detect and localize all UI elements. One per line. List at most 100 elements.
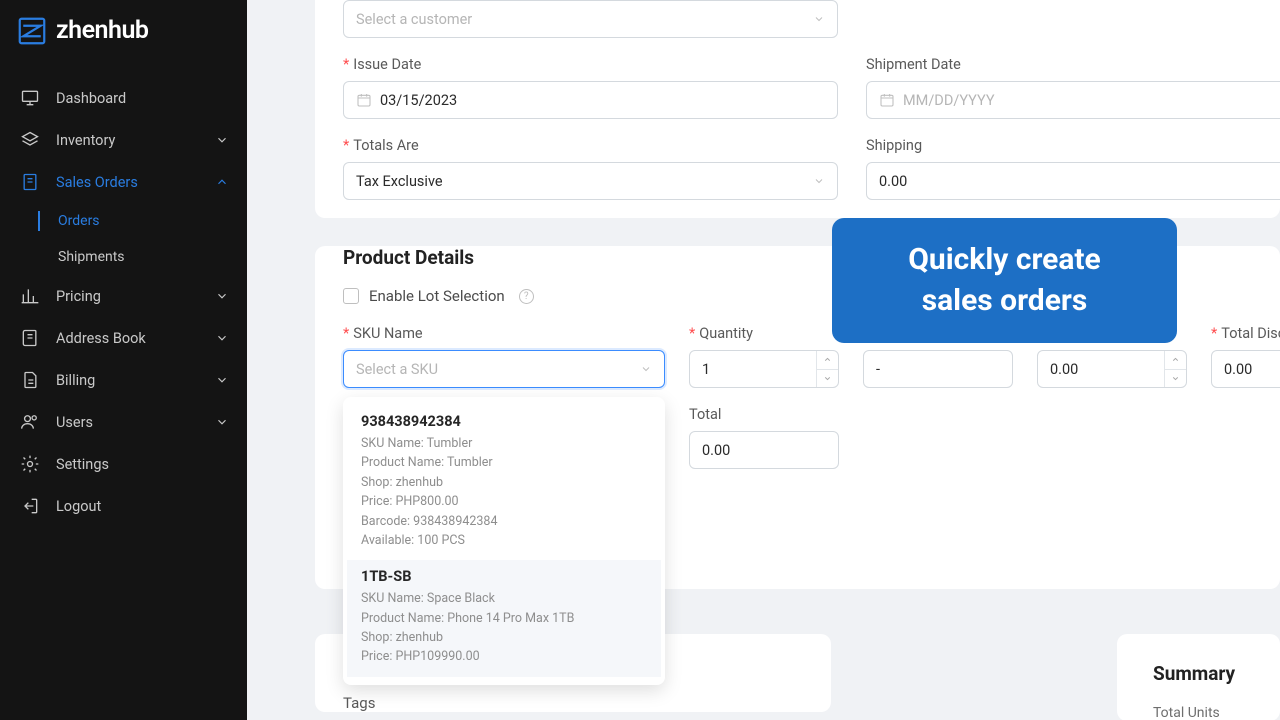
sku-label: *SKU Name <box>343 325 665 342</box>
total-input[interactable]: 0.00 <box>689 431 839 469</box>
total-disc-label: *Total Disc <box>1211 325 1280 342</box>
stepper-up-icon[interactable] <box>1165 351 1186 370</box>
quantity-label: *Quantity <box>689 325 839 342</box>
sidebar-item-label: Logout <box>56 498 101 515</box>
tags-label: Tags <box>343 694 803 712</box>
shipment-date-label: Shipment Date <box>866 56 1280 73</box>
total-value: 0.00 <box>702 442 730 459</box>
sidebar-item-users[interactable]: Users <box>0 401 247 443</box>
chevron-down-icon <box>215 415 229 429</box>
file-icon <box>20 370 40 390</box>
sku-option-meta: SKU Name: Tumbler Product Name: Tumbler … <box>361 434 647 550</box>
monitor-icon <box>20 88 40 108</box>
chevron-up-icon <box>215 175 229 189</box>
sidebar: zhenhub Dashboard Inventory Sales Orders <box>0 0 247 720</box>
summary-card: Summary Total Units <box>1117 634 1280 720</box>
sku-option-code: 1TB-SB <box>361 568 647 585</box>
sidebar-nav: Dashboard Inventory Sales Orders Orde <box>0 69 247 535</box>
stepper-down-icon[interactable] <box>1165 370 1186 388</box>
shipping-value: 0.00 <box>879 173 907 190</box>
customer-select[interactable]: Select a customer <box>343 0 838 38</box>
info-icon[interactable]: ? <box>519 289 534 304</box>
total-disc-value: 0.00 <box>1224 361 1252 378</box>
total-label: Total <box>689 406 839 423</box>
stepper-up-icon[interactable] <box>817 351 838 370</box>
sku-option-meta: SKU Name: Space Black Product Name: Phon… <box>361 589 647 667</box>
chevron-down-icon <box>215 289 229 303</box>
sidebar-item-label: Dashboard <box>56 90 126 107</box>
book-icon <box>20 328 40 348</box>
order-header-card: Select a customer *Issue Date 03/15/2023 <box>315 0 1280 218</box>
sidebar-item-label: Users <box>56 414 93 431</box>
sku-option-code: 938438942384 <box>361 413 647 430</box>
sidebar-sub-shipments[interactable]: Shipments <box>40 239 247 275</box>
main-content: Select a customer *Issue Date 03/15/2023 <box>247 0 1280 720</box>
callout-line: Quickly create <box>860 240 1149 281</box>
shipping-label: Shipping <box>866 137 1280 154</box>
price-value: 0.00 <box>1038 361 1090 378</box>
sidebar-item-label: Address Book <box>56 330 146 347</box>
sidebar-sub-label: Shipments <box>58 249 125 265</box>
chevron-down-icon <box>215 133 229 147</box>
shipment-date-input[interactable]: MM/DD/YYYY <box>866 81 1280 119</box>
quantity-stepper[interactable]: 1 <box>689 350 839 388</box>
calendar-icon <box>356 92 372 108</box>
summary-title: Summary <box>1153 662 1244 685</box>
summary-total-units-label: Total Units <box>1153 705 1244 720</box>
totals-are-select[interactable]: Tax Exclusive <box>343 162 838 200</box>
chevron-down-icon <box>215 373 229 387</box>
calendar-icon <box>879 92 895 108</box>
chevron-down-icon <box>813 175 825 187</box>
sku-option[interactable]: 938438942384 SKU Name: Tumbler Product N… <box>347 405 661 560</box>
callout-line: sales orders <box>860 281 1149 322</box>
stepper-down-icon[interactable] <box>817 370 838 388</box>
totals-are-label: *Totals Are <box>343 137 838 154</box>
chevron-down-icon <box>215 331 229 345</box>
layers-icon <box>20 130 40 150</box>
sidebar-item-label: Billing <box>56 372 95 389</box>
sidebar-item-pricing[interactable]: Pricing <box>0 275 247 317</box>
sku-option[interactable]: 1TB-SB SKU Name: Space Black Product Nam… <box>347 560 661 677</box>
sidebar-item-inventory[interactable]: Inventory <box>0 119 247 161</box>
sidebar-item-label: Settings <box>56 456 109 473</box>
sidebar-item-label: Inventory <box>56 132 115 149</box>
sidebar-item-label: Sales Orders <box>56 174 138 191</box>
brand-name: zhenhub <box>56 16 148 45</box>
users-icon <box>20 412 40 432</box>
brand-mark-icon <box>18 17 46 45</box>
sku-select[interactable]: Select a SKU <box>343 350 665 388</box>
issue-date-label: *Issue Date <box>343 56 838 73</box>
sidebar-item-settings[interactable]: Settings <box>0 443 247 485</box>
sidebar-item-dashboard[interactable]: Dashboard <box>0 77 247 119</box>
sidebar-item-billing[interactable]: Billing <box>0 359 247 401</box>
total-disc-input[interactable]: 0.00 <box>1211 350 1280 388</box>
promo-callout: Quickly create sales orders <box>832 218 1177 343</box>
brand-logo: zhenhub <box>0 0 247 69</box>
sidebar-item-label: Pricing <box>56 288 101 305</box>
chevron-down-icon <box>640 363 652 375</box>
sidebar-sub-orders[interactable]: Orders <box>40 203 247 239</box>
sidebar-item-logout[interactable]: Logout <box>0 485 247 527</box>
enable-lot-label: Enable Lot Selection <box>369 287 505 305</box>
issue-date-value: 03/15/2023 <box>380 92 457 109</box>
totals-are-value: Tax Exclusive <box>356 173 443 190</box>
available-value: - <box>876 361 880 378</box>
shipping-input[interactable]: 0.00 <box>866 162 1280 200</box>
shipment-date-placeholder: MM/DD/YYYY <box>903 92 995 109</box>
sidebar-sub-label: Orders <box>58 213 100 229</box>
enable-lot-checkbox[interactable] <box>343 288 359 304</box>
quantity-value: 1 <box>690 361 722 378</box>
logout-icon <box>20 496 40 516</box>
chevron-down-icon <box>813 13 825 25</box>
price-stepper[interactable]: 0.00 <box>1037 350 1187 388</box>
sku-dropdown: 938438942384 SKU Name: Tumbler Product N… <box>343 397 665 685</box>
available-input: - <box>863 350 1013 388</box>
gear-icon <box>20 454 40 474</box>
sidebar-submenu-sales-orders: Orders Shipments <box>0 203 247 275</box>
issue-date-input[interactable]: 03/15/2023 <box>343 81 838 119</box>
customer-placeholder: Select a customer <box>356 11 472 28</box>
chart-icon <box>20 286 40 306</box>
sku-placeholder: Select a SKU <box>356 361 438 378</box>
sidebar-item-sales-orders[interactable]: Sales Orders <box>0 161 247 203</box>
sidebar-item-address-book[interactable]: Address Book <box>0 317 247 359</box>
